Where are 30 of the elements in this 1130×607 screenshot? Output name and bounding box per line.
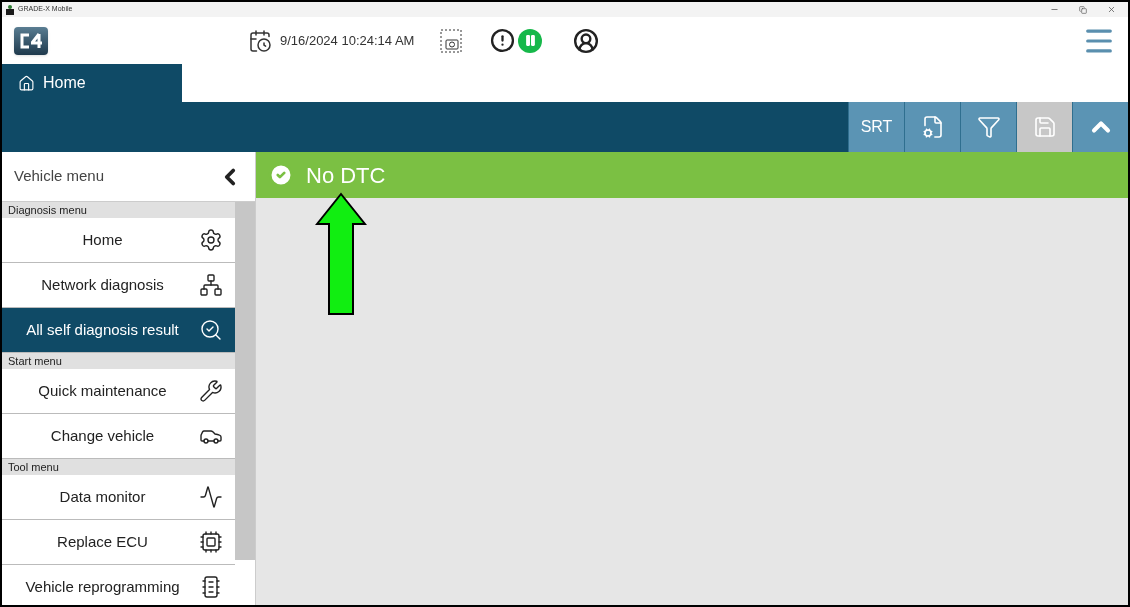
- wrench-icon: [199, 379, 223, 403]
- date-time: 9/16/2024 10:24:14 AM: [280, 31, 415, 50]
- section-header: Start menu: [2, 353, 235, 369]
- restore-icon[interactable]: [1079, 5, 1087, 14]
- tab[interactable]: Home: [2, 64, 182, 102]
- scrollbar[interactable]: [235, 202, 255, 560]
- network-icon: [199, 273, 223, 297]
- toolbar-button[interactable]: [1072, 102, 1128, 152]
- logo: [14, 26, 48, 55]
- user-icon[interactable]: [573, 27, 600, 54]
- filter-icon: [976, 115, 1001, 139]
- save-icon: [1032, 115, 1057, 139]
- toolbar-button[interactable]: [904, 102, 960, 152]
- toolbar-button[interactable]: [960, 102, 1016, 152]
- section-header: Diagnosis menu: [2, 202, 235, 218]
- check-icon: [268, 162, 294, 188]
- sidebar-item[interactable]: All self diagnosis result: [2, 308, 235, 353]
- screenshot-camera-icon[interactable]: [440, 28, 463, 53]
- result-message: No DTC: [306, 161, 386, 190]
- close-icon[interactable]: [1107, 5, 1116, 14]
- home-icon: [18, 74, 35, 92]
- app-icon: [6, 4, 14, 15]
- calendar-clock-icon: [248, 28, 272, 53]
- gear-icon: [199, 228, 223, 252]
- sidebar-title: Vehicle menu: [14, 166, 106, 187]
- section-header: Tool menu: [2, 459, 235, 475]
- chip-icon: [199, 530, 223, 554]
- alert-icon[interactable]: [490, 28, 516, 53]
- chip-outline-icon: [199, 575, 223, 599]
- waveform-chart-icon: [199, 485, 223, 509]
